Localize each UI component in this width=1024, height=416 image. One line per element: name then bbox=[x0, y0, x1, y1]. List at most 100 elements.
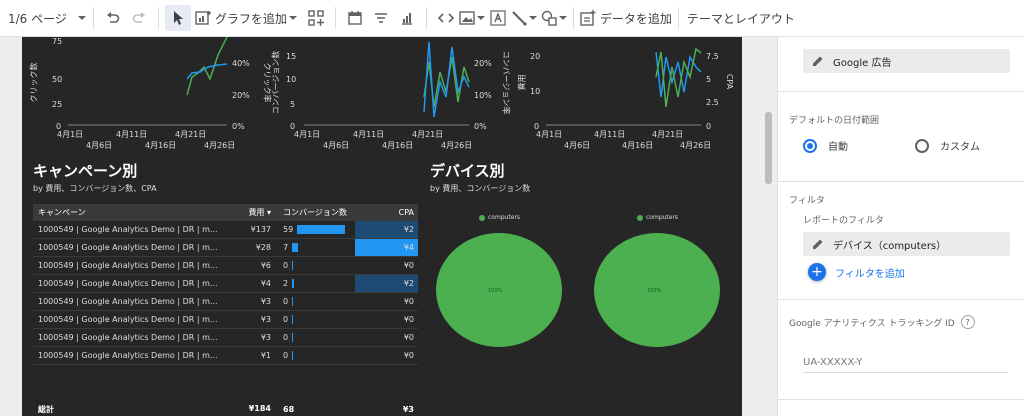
edit-pencil-icon[interactable] bbox=[803, 238, 833, 250]
cell-campaign: 1000549 | Google Analytics Demo | DR | m… bbox=[38, 297, 218, 306]
toolbar-divider bbox=[677, 7, 679, 29]
ga-tracking-label-text: Google アナリティクス トラッキング ID bbox=[789, 318, 955, 329]
select-cursor-icon[interactable] bbox=[164, 5, 191, 31]
filter-control-icon[interactable] bbox=[368, 5, 394, 31]
legend-swatch bbox=[637, 214, 643, 221]
theme-layout-button[interactable]: テーマとレイアウト bbox=[685, 0, 795, 37]
undo-icon[interactable] bbox=[100, 5, 126, 31]
conversions-timeseries-chart[interactable]: コンバージョン数 15 10 5 0 20% 10% 0% コンバージョン率 4… bbox=[264, 37, 510, 152]
table-row[interactable]: 1000549 | Google Analytics Demo | DR | m… bbox=[33, 347, 418, 365]
table-row[interactable]: 1000549 | Google Analytics Demo | DR | m… bbox=[33, 293, 418, 311]
cell-cost: ¥28 bbox=[255, 243, 271, 252]
table-row[interactable]: 1000549 | Google Analytics Demo | DR | m… bbox=[33, 257, 418, 275]
cell-campaign: 1000549 | Google Analytics Demo | DR | m… bbox=[38, 351, 218, 360]
add-data-button[interactable]: データを追加 bbox=[580, 0, 672, 37]
conversions-value: 0 bbox=[283, 315, 289, 324]
cell-conversions: 0 bbox=[275, 311, 355, 328]
legend-label: computers bbox=[488, 214, 521, 221]
col-header-conversions[interactable]: コンバージョン数 bbox=[275, 204, 355, 221]
add-data-label: データを追加 bbox=[599, 11, 672, 26]
add-filter-label: フィルタを追加 bbox=[835, 268, 905, 280]
conversions-bar bbox=[292, 315, 294, 324]
table-row[interactable]: 1000549 | Google Analytics Demo | DR | m… bbox=[33, 221, 418, 239]
dropdown-arrow-icon bbox=[558, 16, 567, 20]
cost-cpa-timeseries-chart[interactable]: 費用 20 10 0 7.5 5 2.5 0 CPA 4月1日 4月11日 4月… bbox=[506, 37, 742, 152]
cell-conversions: 2 bbox=[275, 275, 355, 292]
cell-conversions: 0 bbox=[275, 293, 355, 310]
page-selector[interactable]: 1/6 ページ bbox=[6, 0, 87, 37]
table-row[interactable]: 1000549 | Google Analytics Demo | DR | m… bbox=[33, 329, 418, 347]
cell-campaign: 1000549 | Google Analytics Demo | DR | m… bbox=[38, 279, 218, 288]
report-page[interactable]: クリック数 75 50 25 0 40% 20% 0% クリック率 4月1日 4… bbox=[22, 37, 742, 416]
conversions-value: 7 bbox=[283, 243, 289, 252]
conversions-bar bbox=[292, 261, 294, 270]
radio-custom[interactable]: カスタム bbox=[915, 138, 980, 153]
cell-cpa: ¥0 bbox=[403, 261, 414, 270]
data-control-icon[interactable] bbox=[394, 5, 420, 31]
add-chart-button[interactable]: グラフを追加 bbox=[195, 0, 297, 37]
cell-cost: ¥3 bbox=[260, 297, 271, 306]
add-chart-icon bbox=[195, 11, 211, 25]
device-pie-chart-conversions[interactable]: computers 100% bbox=[592, 210, 722, 350]
clicks-line bbox=[186, 37, 228, 96]
date-range-label: デフォルトの日付範囲 bbox=[789, 116, 880, 126]
date-range-icon[interactable] bbox=[342, 5, 368, 31]
campaign-table[interactable]: キャンペーン 費用 ▾ コンバージョン数 CPA 1000549 | Googl… bbox=[33, 204, 418, 365]
cell-conversions: 0 bbox=[275, 347, 355, 364]
chart-plot bbox=[68, 37, 228, 126]
canvas-scrollbar[interactable] bbox=[765, 112, 772, 184]
image-icon bbox=[459, 11, 475, 25]
canvas-area: クリック数 75 50 25 0 40% 20% 0% クリック率 4月1日 4… bbox=[0, 37, 777, 416]
shape-tool-button[interactable] bbox=[541, 0, 567, 37]
chart-plot bbox=[546, 47, 702, 126]
conversions-bar bbox=[292, 279, 295, 288]
help-icon[interactable]: ? bbox=[960, 315, 975, 329]
col-header-cost[interactable]: 費用 ▾ bbox=[239, 207, 275, 218]
total-conversions: 68 bbox=[283, 405, 295, 414]
line-tool-button[interactable] bbox=[511, 0, 537, 37]
insert-image-button[interactable] bbox=[459, 0, 485, 37]
add-filter-button[interactable]: + フィルタを追加 bbox=[808, 263, 905, 281]
data-source-chip[interactable]: Google 広告 bbox=[803, 49, 1010, 73]
filter-chip[interactable]: デバイス（computers） bbox=[803, 232, 1010, 256]
table-row[interactable]: 1000549 | Google Analytics Demo | DR | m… bbox=[33, 311, 418, 329]
cell-conversions: 0 bbox=[275, 257, 355, 274]
add-control-icon[interactable] bbox=[303, 5, 329, 31]
dropdown-arrow-icon bbox=[528, 16, 537, 20]
cell-conversions: 0 bbox=[275, 329, 355, 346]
total-label: 総計 bbox=[38, 405, 54, 414]
cell-cost: ¥137 bbox=[250, 225, 271, 234]
section-divider bbox=[778, 399, 1024, 400]
cell-cpa: ¥4 bbox=[355, 239, 418, 256]
pie-legend: computers bbox=[479, 214, 520, 221]
conversions-bar bbox=[292, 297, 294, 306]
conversions-value: 0 bbox=[283, 351, 289, 360]
conversions-value: 0 bbox=[283, 297, 289, 306]
ga-tracking-id-input[interactable] bbox=[803, 353, 1008, 373]
dropdown-arrow-icon bbox=[476, 16, 485, 20]
code-embed-icon[interactable] bbox=[433, 5, 459, 31]
clicks-timeseries-chart[interactable]: クリック数 75 50 25 0 40% 20% 0% クリック率 4月1日 4… bbox=[22, 37, 272, 152]
cell-cost: ¥1 bbox=[260, 351, 271, 360]
table-row[interactable]: 1000549 | Google Analytics Demo | DR | m… bbox=[33, 239, 418, 257]
col-header-campaign[interactable]: キャンペーン bbox=[33, 207, 239, 218]
edit-pencil-icon[interactable] bbox=[803, 55, 833, 67]
cell-cpa: ¥2 bbox=[355, 221, 418, 238]
redo-icon[interactable] bbox=[126, 5, 152, 31]
text-box-icon[interactable] bbox=[485, 5, 511, 31]
col-header-cpa[interactable]: CPA bbox=[355, 204, 418, 221]
ga-tracking-label: Google アナリティクス トラッキング ID ? bbox=[789, 315, 975, 329]
section-divider bbox=[778, 91, 1024, 92]
table-row[interactable]: 1000549 | Google Analytics Demo | DR | m… bbox=[33, 275, 418, 293]
theme-layout-label: テーマとレイアウト bbox=[686, 11, 795, 26]
radio-auto[interactable]: 自動 bbox=[803, 138, 848, 153]
cell-campaign: 1000549 | Google Analytics Demo | DR | m… bbox=[38, 243, 218, 252]
toolbar: 1/6 ページ グラフを追加 データを追加 テーマとレイアウト bbox=[0, 0, 1024, 37]
cell-conversions: 59 bbox=[275, 221, 355, 238]
cell-cpa: ¥0 bbox=[403, 315, 414, 324]
plus-icon: + bbox=[808, 263, 826, 281]
device-pie-chart-cost[interactable]: computers 100% bbox=[434, 210, 564, 350]
cell-cost: ¥6 bbox=[260, 261, 271, 270]
page-indicator: 1/6 ページ bbox=[8, 11, 67, 26]
cell-campaign: 1000549 | Google Analytics Demo | DR | m… bbox=[38, 225, 218, 234]
